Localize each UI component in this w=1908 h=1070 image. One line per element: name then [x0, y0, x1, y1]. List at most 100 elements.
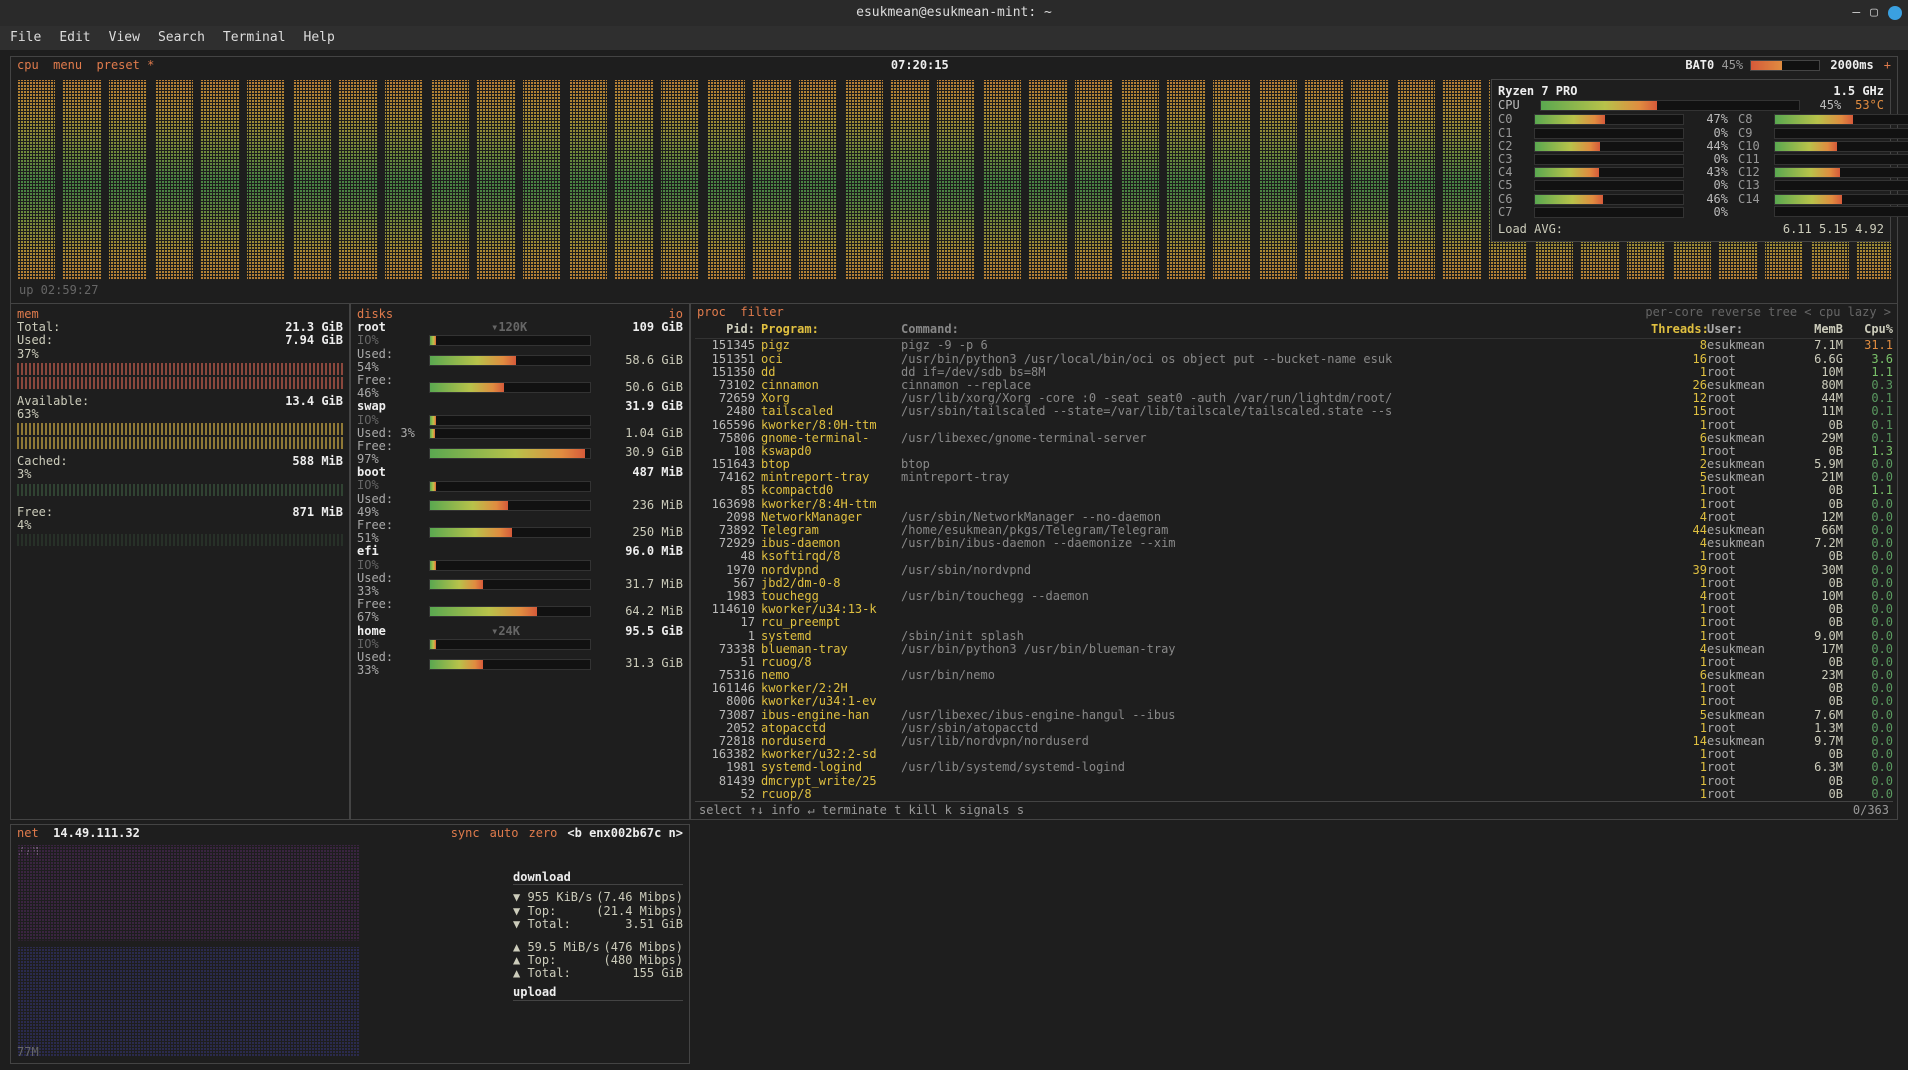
proc-row[interactable]: 72929 ibus-daemon /usr/bin/ibus-daemon -… — [695, 537, 1893, 550]
proc-row[interactable]: 73087 ibus-engine-han /usr/libexec/ibus-… — [695, 709, 1893, 722]
cpu-freq: 1.5 GHz — [1833, 85, 1884, 98]
upload-header: upload — [513, 986, 683, 1000]
cpu-model: Ryzen 7 PRO — [1498, 85, 1577, 98]
proc-title: proc — [697, 305, 726, 319]
core-C0: C0 47% — [1498, 113, 1728, 126]
proc-row[interactable]: 1983 touchegg /usr/bin/touchegg --daemon… — [695, 590, 1893, 603]
preset-key[interactable]: preset * — [97, 58, 155, 72]
proc-row[interactable]: 51 rcuog/8 1 root 0B 0.0 — [695, 656, 1893, 669]
core-C4: C4 43% — [1498, 166, 1728, 179]
proc-row[interactable]: 8006 kworker/u34:1-ev 1 root 0B 0.0 — [695, 695, 1893, 708]
mem-panel: mem Total:21.3 GiB Used:7.94 GiB 37% Ava… — [10, 304, 350, 820]
proc-row[interactable]: 1970 nordvpnd /usr/sbin/nordvpnd 39 root… — [695, 564, 1893, 577]
proc-row[interactable]: 2098 NetworkManager /usr/sbin/NetworkMan… — [695, 511, 1893, 524]
proc-row[interactable]: 151345 pigz pigz -9 -p 6 8 esukmean 7.1M… — [695, 339, 1893, 352]
proc-row[interactable]: 52 rcuop/8 1 root 0B 0.0 — [695, 788, 1893, 801]
proc-row[interactable]: 1 systemd /sbin/init splash 1 root 9.0M … — [695, 630, 1893, 643]
proc-row[interactable]: 151643 btop btop 2 esukmean 5.9M 0.0 — [695, 458, 1893, 471]
net-sync[interactable]: sync — [451, 827, 480, 840]
cpu-total-pct: 45% — [1820, 99, 1842, 112]
battery-bar — [1750, 60, 1820, 71]
proc-header[interactable]: Pid: Program: Command: Threads: User: Me… — [695, 321, 1893, 339]
uptime: up 02:59:27 — [11, 282, 1897, 299]
disk-boot: boot487 MiB — [357, 466, 683, 479]
menu-file[interactable]: File — [10, 31, 41, 45]
proc-row[interactable]: 161146 kworker/2:2H 1 root 0B 0.0 — [695, 682, 1893, 695]
proc-row[interactable]: 74162 mintreport-tray mintreport-tray 5 … — [695, 471, 1893, 484]
menu-search[interactable]: Search — [158, 31, 205, 45]
refresh-interval[interactable]: 2000ms — [1830, 59, 1873, 72]
proc-keys[interactable]: select ↑↓ info ↵ terminate t kill k sign… — [699, 804, 1024, 817]
disk-efi: efi96.0 MiB — [357, 545, 683, 558]
proc-row[interactable]: 151351 oci /usr/bin/python3 /usr/local/b… — [695, 353, 1893, 366]
proc-row[interactable]: 2052 atopacctd /usr/sbin/atopacctd 1 roo… — [695, 722, 1893, 735]
core-C7: C7 0% — [1498, 206, 1728, 219]
menu-key[interactable]: menu — [53, 58, 82, 72]
proc-row[interactable]: 151350 dd dd if=/dev/sdb bs=8M 1 root 10… — [695, 366, 1893, 379]
loadavg-label: Load AVG: — [1498, 223, 1563, 236]
proc-row[interactable]: 1981 systemd-logind /usr/lib/systemd/sys… — [695, 761, 1893, 774]
cpu-side-panel: Ryzen 7 PRO 1.5 GHz CPU 45% 53°C C0 47% … — [1491, 79, 1891, 242]
proc-row[interactable]: 72659 Xorg /usr/lib/xorg/Xorg -core :0 -… — [695, 392, 1893, 405]
core- — [1738, 206, 1908, 217]
net-auto[interactable]: auto — [490, 827, 519, 840]
loadavg-values: 6.11 5.15 4.92 — [1783, 223, 1884, 236]
proc-flags[interactable]: per-core reverse tree < cpu lazy > — [1645, 306, 1891, 319]
core-C10: C10 42% — [1738, 140, 1908, 153]
menu-view[interactable]: View — [109, 31, 140, 45]
mem-avail-bar — [17, 423, 343, 435]
proc-row[interactable]: 163382 kworker/u32:2-sd 1 root 0B 0.0 — [695, 748, 1893, 761]
net-iface[interactable]: <b enx002b67c n> — [567, 827, 683, 840]
proc-row[interactable]: 114610 kworker/u34:13-k 1 root 0B 0.0 — [695, 603, 1893, 616]
core-C13: C13 0% — [1738, 179, 1908, 192]
proc-row[interactable]: 75806 gnome-terminal- /usr/libexec/gnome… — [695, 432, 1893, 445]
core-C8: C8 53% — [1738, 113, 1908, 126]
menu-bar: File Edit View Search Terminal Help — [0, 26, 1908, 50]
disk-home: home▾24K95.5 GiB — [357, 625, 683, 638]
proc-panel: proc filter per-core reverse tree < cpu … — [690, 304, 1898, 820]
net-zero[interactable]: zero — [529, 827, 558, 840]
menu-help[interactable]: Help — [304, 31, 335, 45]
disk-swap: swap31.9 GiB — [357, 400, 683, 413]
core-C1: C1 0% — [1498, 127, 1728, 140]
core-C12: C12 44% — [1738, 166, 1908, 179]
menu-edit[interactable]: Edit — [59, 31, 90, 45]
mem-cached-bar — [17, 484, 343, 496]
disks-panel: disks io root▾120K109 GiB IO% Used: 54% … — [350, 304, 690, 820]
proc-row[interactable]: 165596 kworker/8:0H-ttm 1 root 0B 0.1 — [695, 419, 1893, 432]
proc-row[interactable]: 567 jbd2/dm-0-8 1 root 0B 0.0 — [695, 577, 1893, 590]
core-C3: C3 0% — [1498, 153, 1728, 166]
proc-filter[interactable]: filter — [740, 305, 783, 319]
proc-row[interactable]: 17 rcu_preempt 1 root 0B 0.0 — [695, 616, 1893, 629]
net-stats: download ▼ 955 KiB/s(7.46 Mibps) ▼ Top:(… — [513, 865, 683, 1007]
net-yaxis-bot: 77M — [17, 1046, 39, 1059]
proc-row[interactable]: 81439 dmcrypt_write/25 1 root 0B 0.0 — [695, 775, 1893, 788]
proc-row[interactable]: 72818 norduserd /usr/lib/nordvpn/norduse… — [695, 735, 1893, 748]
clock: 07:20:15 — [891, 59, 949, 72]
net-graph — [17, 845, 359, 1057]
minimize-icon[interactable]: — — [1852, 6, 1860, 20]
proc-row[interactable]: 48 ksoftirqd/8 1 root 0B 0.0 — [695, 550, 1893, 563]
close-icon[interactable] — [1888, 6, 1902, 20]
proc-footer: select ↑↓ info ↵ terminate t kill k sign… — [695, 801, 1893, 819]
core-C11: C11 0% — [1738, 153, 1908, 166]
net-title: net — [17, 826, 39, 840]
proc-row[interactable]: 163698 kworker/8:4H-ttm 1 root 0B 0.0 — [695, 498, 1893, 511]
cpu-panel: cpu menu preset * 07:20:15 BAT0 45% 2000… — [10, 56, 1898, 304]
proc-row[interactable]: 73338 blueman-tray /usr/bin/python3 /usr… — [695, 643, 1893, 656]
proc-row[interactable]: 73892 Telegram /home/esukmean/pkgs/Teleg… — [695, 524, 1893, 537]
cpu-key[interactable]: cpu — [17, 58, 39, 72]
plus-icon[interactable]: + — [1884, 59, 1891, 72]
proc-row[interactable]: 85 kcompactd0 1 root 0B 1.1 — [695, 484, 1893, 497]
proc-row[interactable]: 73102 cinnamon cinnamon --replace 26 esu… — [695, 379, 1893, 392]
menu-terminal[interactable]: Terminal — [223, 31, 286, 45]
maximize-icon[interactable]: ▢ — [1870, 6, 1878, 20]
cpu-total-bar — [1540, 100, 1800, 111]
download-header: download — [513, 871, 683, 885]
proc-row[interactable]: 108 kswapd0 1 root 0B 1.3 — [695, 445, 1893, 458]
proc-row[interactable]: 2480 tailscaled /usr/sbin/tailscaled --s… — [695, 405, 1893, 418]
core-C9: C9 0% — [1738, 127, 1908, 140]
proc-row[interactable]: 75316 nemo /usr/bin/nemo 6 esukmean 23M … — [695, 669, 1893, 682]
core-C14: C14 45% — [1738, 193, 1908, 206]
core-C2: C2 44% — [1498, 140, 1728, 153]
